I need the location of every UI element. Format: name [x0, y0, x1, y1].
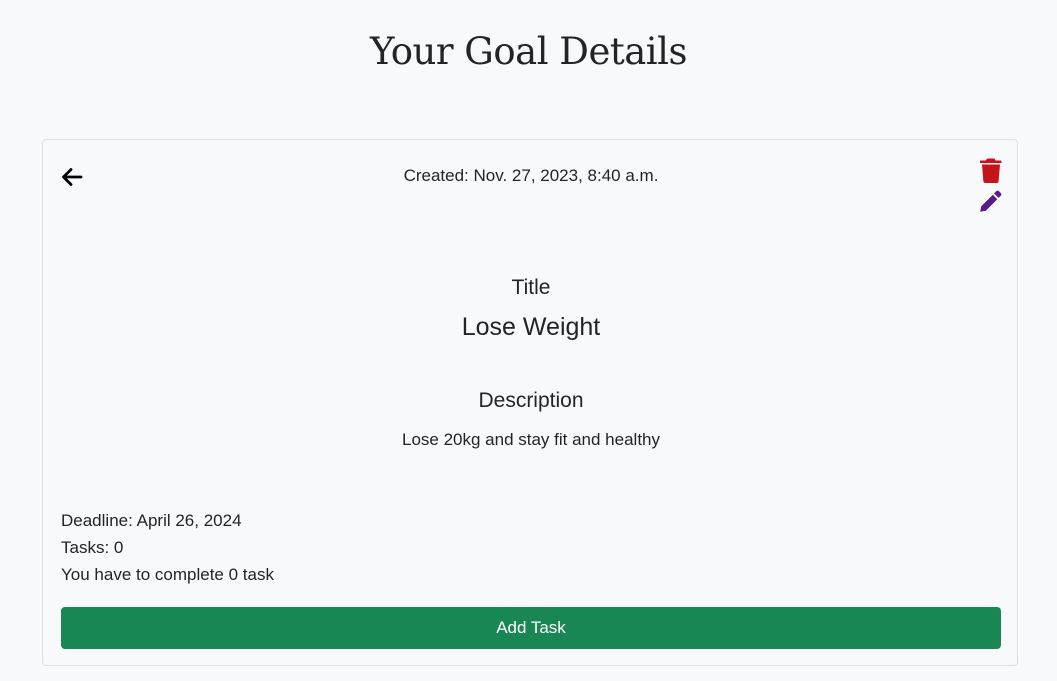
title-label: Title [511, 276, 551, 299]
description-label: Description [478, 389, 584, 412]
goal-title: Lose Weight [461, 313, 601, 341]
task-count: Tasks: 0 [61, 538, 124, 557]
delete-button[interactable] [978, 156, 1004, 184]
add-task-button[interactable]: Add Task [61, 607, 1001, 649]
pencil-icon [980, 190, 1002, 212]
remaining-tasks-text: You have to complete 0 task [61, 565, 274, 584]
goal-description: Lose 20kg and stay fit and healthy [401, 430, 660, 449]
page-title: Your Goal Details [370, 30, 687, 73]
goal-card: Created: Nov. 27, 2023, 8:40 a.m. Title … [42, 139, 1018, 666]
deadline-text: Deadline: April 26, 2024 [61, 511, 242, 530]
trash-icon [980, 158, 1002, 183]
edit-button[interactable] [978, 188, 1004, 214]
created-timestamp: Created: Nov. 27, 2023, 8:40 a.m. [403, 166, 659, 185]
